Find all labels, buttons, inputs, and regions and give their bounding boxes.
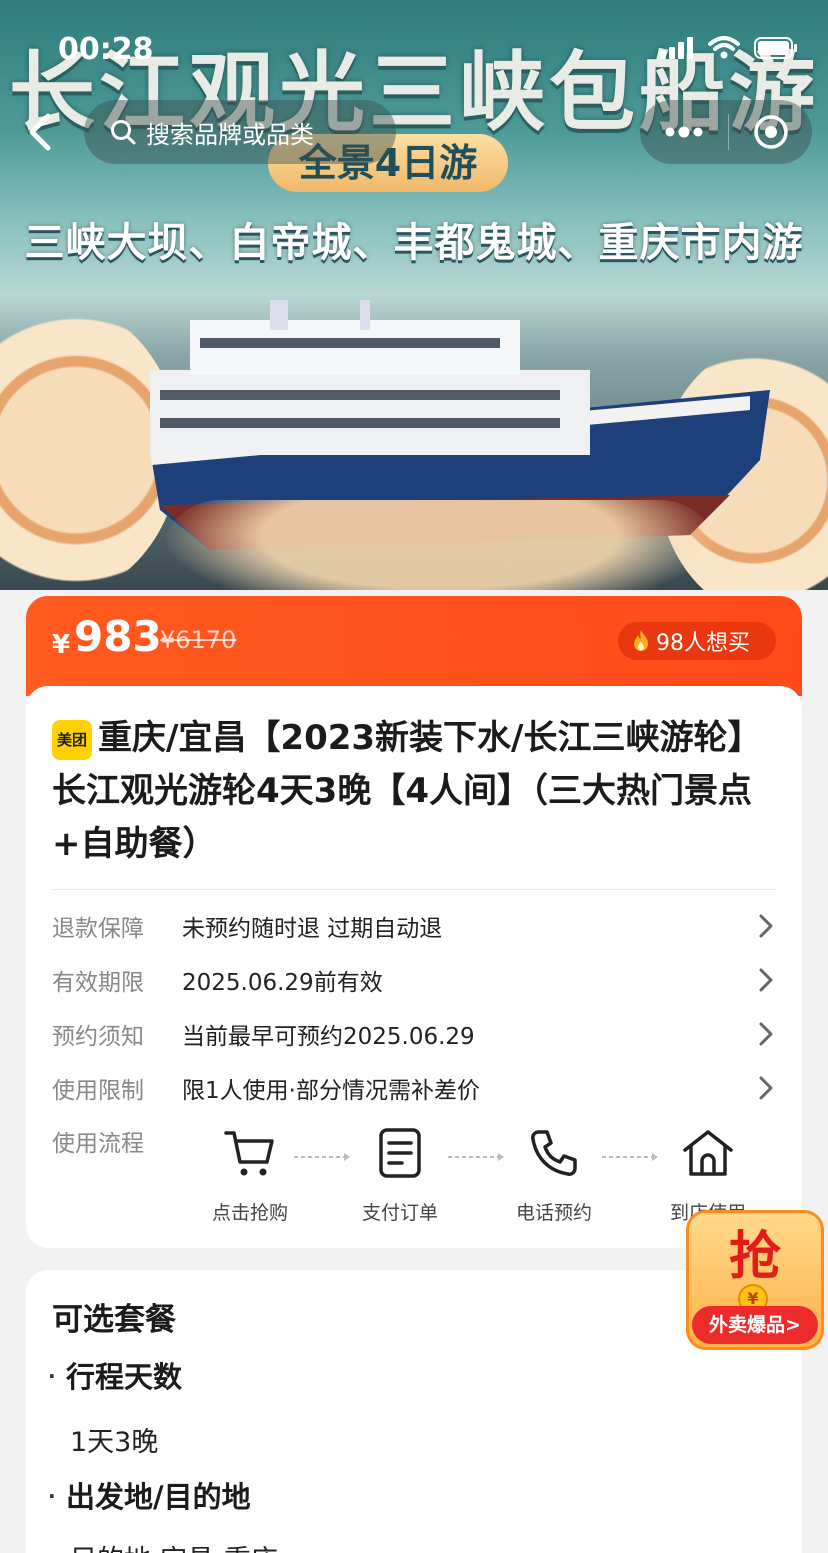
status-time: 00:28	[58, 32, 154, 67]
flow-step-label: 电话预约	[515, 1202, 592, 1224]
original-price: ¥6170	[160, 626, 237, 654]
battery-icon	[754, 37, 797, 59]
status-icons	[660, 36, 798, 60]
flow-step-phone: 电话预约	[494, 1124, 614, 1225]
hero-banner: 长江观光三峡包船游 全景4日游 三峡大坝、白帝城、丰都鬼城、重庆市内游	[0, 0, 828, 590]
info-label: 预约须知	[52, 1024, 144, 1050]
info-value: 当前最早可预约2025.06.29	[182, 1024, 475, 1050]
chevron-right-icon	[759, 1076, 773, 1100]
package-title: 可选套餐	[52, 1302, 176, 1338]
product-info-card: 美团 重庆/宜昌【2023新装下水/长江三峡游轮】长江观光游轮4天3晚【4人间】（…	[26, 686, 802, 1248]
promo-grab-text: 抢	[728, 1227, 781, 1287]
flow-label: 使用流程	[52, 1131, 144, 1157]
info-value: 未预约随时退 过期自动退	[182, 916, 443, 942]
meituan-logo: 美团	[52, 720, 92, 760]
info-value: 限1人使用·部分情况需补差价	[182, 1078, 480, 1104]
more-button[interactable]	[640, 100, 728, 164]
flow-step-label: 点击抢购	[211, 1202, 288, 1224]
title-divider	[52, 889, 776, 890]
takeout-promo-button[interactable]: 抢 ¥ 外卖爆品>	[686, 1210, 824, 1350]
flow-step-label: 支付订单	[361, 1202, 438, 1224]
chevron-right-icon	[759, 914, 773, 938]
flow-step-pay: 支付订单	[340, 1124, 460, 1225]
package-section-name: 出发地/目的地	[66, 1480, 251, 1514]
order-document-icon	[379, 1128, 421, 1178]
flow-step-buy: 点击抢购	[190, 1124, 310, 1225]
cloud-decoration-bottom	[160, 500, 720, 590]
chevron-right-icon	[759, 1022, 773, 1046]
product-title-block: 美团 重庆/宜昌【2023新装下水/长江三峡游轮】长江观光游轮4天3晚【4人间】（…	[52, 712, 776, 871]
info-label: 退款保障	[52, 916, 144, 942]
current-price: 983	[74, 612, 162, 661]
wifi-icon	[708, 36, 740, 59]
home-store-icon	[683, 1130, 733, 1176]
want-count: 98人想买	[656, 631, 750, 656]
chevron-right-icon	[759, 968, 773, 992]
promo-label: 外卖爆品>	[692, 1306, 818, 1344]
info-row-restriction[interactable]: 使用限制 限1人使用·部分情况需补差价	[52, 1068, 776, 1108]
search-bar[interactable]: 搜索品牌或品类	[84, 100, 396, 164]
package-option-days[interactable]: 1天3晚	[70, 1420, 158, 1459]
package-section-name: 行程天数	[66, 1360, 183, 1394]
hero-subtitle: 三峡大坝、白帝城、丰都鬼城、重庆市内游	[24, 220, 804, 266]
info-label: 有效期限	[52, 970, 144, 996]
search-placeholder: 搜索品牌或品类	[146, 120, 314, 149]
want-to-buy-badge: 98人想买	[618, 622, 776, 660]
info-label: 使用限制	[52, 1078, 144, 1104]
cellular-signal-icon	[660, 37, 693, 59]
target-close-icon	[753, 115, 788, 149]
package-section-days: · 行程天数	[48, 1360, 183, 1394]
info-row-booking[interactable]: 预约须知 当前最早可预约2025.06.29	[52, 1014, 776, 1054]
phone-icon	[531, 1130, 577, 1176]
flame-icon	[634, 630, 648, 651]
miniapp-capsule	[640, 100, 812, 164]
product-title: 重庆/宜昌【2023新装下水/长江三峡游轮】长江观光游轮4天3晚【4人间】（三大…	[52, 718, 762, 864]
info-row-validity[interactable]: 有效期限 2025.06.29前有效	[52, 960, 776, 1000]
price-banner: ¥ 983 ¥6170 98人想买	[26, 596, 802, 696]
shopping-cart-icon	[224, 1131, 274, 1176]
package-section-route: · 出发地/目的地	[48, 1480, 251, 1514]
package-option-route[interactable]: 目的地:宜昌-重庆	[70, 1538, 278, 1553]
price-currency: ¥	[52, 630, 71, 660]
search-icon	[111, 120, 136, 145]
back-button[interactable]	[20, 108, 60, 156]
info-value: 2025.06.29前有效	[182, 970, 383, 996]
info-row-refund[interactable]: 退款保障 未预约随时退 过期自动退	[52, 906, 776, 946]
more-dots-icon	[665, 126, 703, 138]
chevron-left-icon	[29, 113, 51, 151]
close-miniapp-button[interactable]	[729, 100, 812, 164]
